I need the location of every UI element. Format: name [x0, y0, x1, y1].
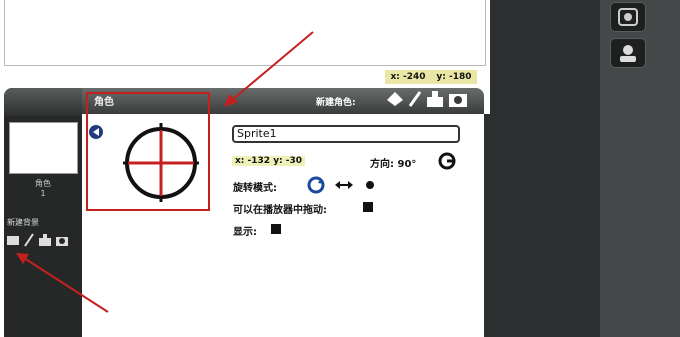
annotation-arrows [16, 31, 314, 313]
